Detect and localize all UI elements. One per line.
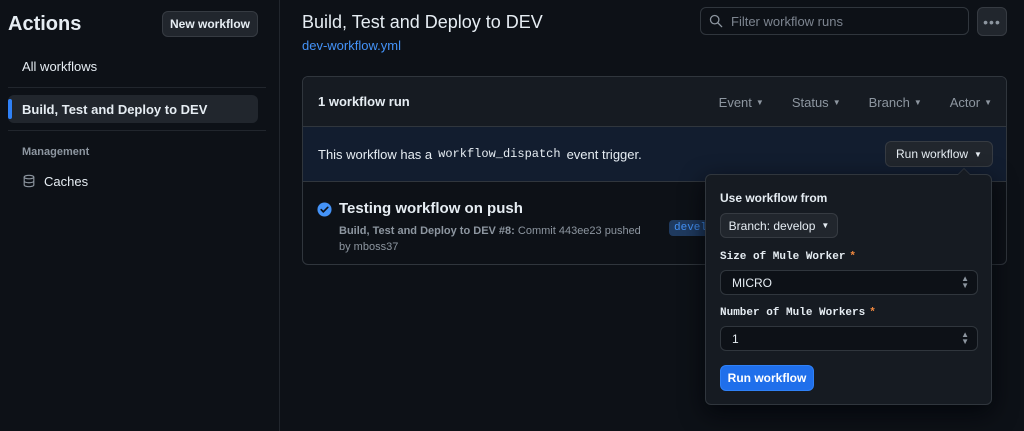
filter-status-label: Status <box>791 94 829 110</box>
sidebar-title: Actions <box>8 13 82 35</box>
sidebar-item-label: Caches <box>44 173 89 189</box>
search-icon <box>709 14 723 28</box>
kebab-horizontal-icon[interactable]: ••• <box>977 7 1007 36</box>
field-label-worker-size: Size of Mule Worker * <box>720 251 856 263</box>
select-arrows-icon: ▲ ▼ <box>961 330 969 346</box>
select-arrows-icon: ▲ ▼ <box>961 274 969 290</box>
check-circle-icon <box>317 202 332 217</box>
filter-actor-label: Actor <box>949 94 981 110</box>
field-label-worker-count: Number of Mule Workers * <box>720 307 876 319</box>
run-workflow-submit-button[interactable]: Run workflow <box>720 365 814 391</box>
select-value: MICRO <box>732 275 772 290</box>
worker-size-select[interactable]: MICRO ▲ ▼ <box>720 270 978 295</box>
filter-event-label: Event <box>718 94 752 110</box>
field-label-text: Number of Mule Workers <box>720 307 866 319</box>
caret-down-icon: ▼ <box>913 97 922 107</box>
caret-down-icon: ▼ <box>974 149 982 159</box>
management-heading: Management <box>22 146 90 158</box>
run-title[interactable]: Testing workflow on push <box>339 200 523 217</box>
database-icon <box>23 174 35 188</box>
workflow-file-link[interactable]: dev-workflow.yml <box>302 38 401 53</box>
run-detail: Commit 443ee23 pushed <box>517 225 641 237</box>
dispatch-code: workflow_dispatch <box>438 147 561 161</box>
run-actor: by mboss37 <box>339 241 399 253</box>
field-label-text: Size of Mule Worker <box>720 251 846 263</box>
run-workflow-name: Build, Test and Deploy to DEV #8: <box>339 225 515 237</box>
branch-select-button[interactable]: Branch: develop ▼ <box>720 213 838 238</box>
filter-event[interactable]: Event ▼ <box>719 95 764 110</box>
branch-select-label: Branch: develop <box>728 218 816 233</box>
caret-down-icon: ▼ <box>984 97 992 107</box>
runs-header: 1 workflow run Event ▼ Status ▼ Branch ▼ Ac… <box>303 77 1006 127</box>
sidebar-item-active-workflow[interactable]: Build, Test and Deploy to DEV <box>8 95 258 123</box>
dispatch-prefix: This workflow has a <box>318 146 433 162</box>
sidebar-item-all-workflows[interactable]: All workflows <box>8 52 258 80</box>
caret-down-icon: ▼ <box>821 221 830 230</box>
sidebar-divider <box>8 87 266 88</box>
filter-placeholder: Filter workflow runs <box>731 13 843 29</box>
select-value: 1 <box>732 331 739 346</box>
page-title: Build, Test and Deploy to DEV <box>302 12 543 32</box>
new-workflow-button[interactable]: New workflow <box>162 11 258 37</box>
run-workflow-dropdown-button[interactable]: Run workflow ▼ <box>885 141 993 167</box>
worker-count-select[interactable]: 1 ▲ ▼ <box>720 326 978 351</box>
filter-runs-input[interactable]: Filter workflow runs <box>700 7 969 35</box>
run-meta: Build, Test and Deploy to DEV #8: Commit… <box>339 223 659 255</box>
dispatch-suffix: event trigger. <box>566 146 642 162</box>
sidebar: Actions New workflow All workflows Build… <box>0 0 280 431</box>
run-filters: Event ▼ Status ▼ Branch ▼ Actor ▼ <box>719 77 992 127</box>
sidebar-divider <box>8 130 266 131</box>
run-count: 1 workflow run <box>318 94 410 109</box>
filter-status[interactable]: Status ▼ <box>792 95 841 110</box>
run-workflow-popover: Use workflow from Branch: develop ▼ Size… <box>705 168 992 405</box>
caret-down-icon: ▼ <box>832 97 841 107</box>
sidebar-item-caches[interactable]: Caches <box>8 167 258 195</box>
filter-actor[interactable]: Actor ▼ <box>950 95 992 110</box>
required-marker: * <box>849 251 857 263</box>
run-workflow-label: Run workflow <box>896 147 969 161</box>
popover-heading: Use workflow from <box>720 191 828 205</box>
required-marker: * <box>869 307 876 319</box>
filter-branch-label: Branch <box>868 94 910 110</box>
filter-branch[interactable]: Branch ▼ <box>869 95 922 110</box>
caret-down-icon: ▼ <box>755 97 764 107</box>
